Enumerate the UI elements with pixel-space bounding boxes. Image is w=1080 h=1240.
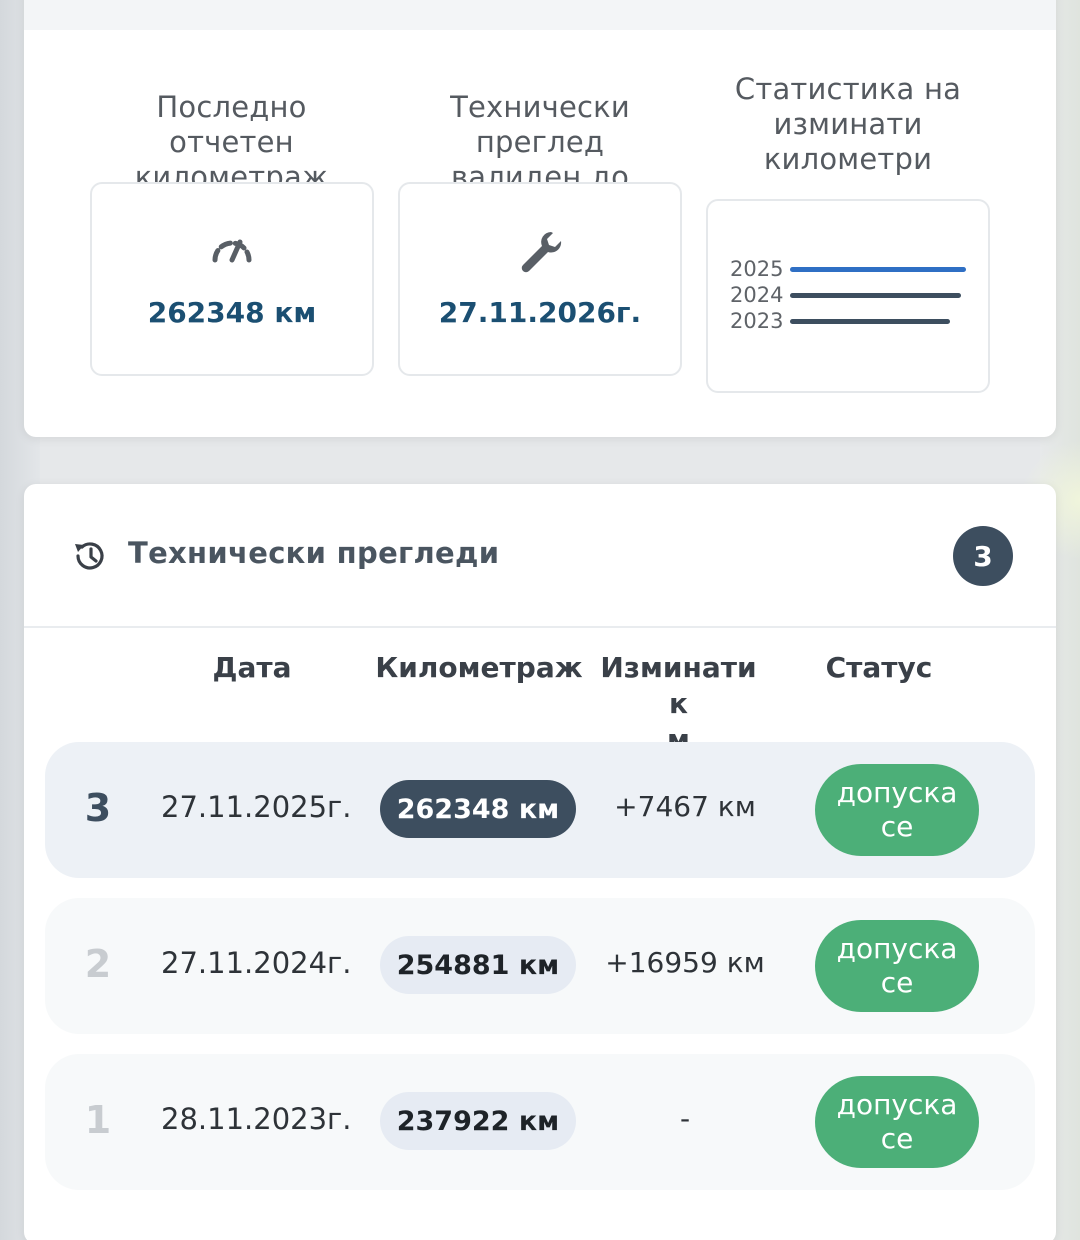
inspections-count-badge: 3 (953, 526, 1013, 586)
status-badge: допуска се (815, 764, 979, 856)
statistics-box[interactable]: 2025 2024 2023 (706, 199, 990, 393)
year-label: 2024 (730, 283, 784, 307)
status-text-line2: се (880, 1122, 914, 1155)
statistics-title-line1: Статистика на (734, 72, 962, 106)
row-number: 3 (84, 786, 112, 830)
statistics-title-line3: километри (763, 142, 933, 176)
year-row-2023: 2023 (730, 309, 950, 333)
column-header-status[interactable]: Статус (804, 650, 954, 686)
year-row-2024: 2024 (730, 283, 961, 307)
mileage-pill: 237922 км (380, 1092, 576, 1150)
table-row[interactable]: 2 27.11.2024г. 254881 км +16959 км допус… (45, 898, 1035, 1034)
year-bar (790, 318, 950, 324)
status-text-line2: се (880, 966, 914, 999)
row-number: 1 (84, 1098, 112, 1142)
vehicle-summary-card: Последно отчетен километраж 262348 км Те… (24, 0, 1056, 437)
row-date: 28.11.2023г. (161, 1102, 352, 1136)
mileage-value: 262348 км (147, 296, 317, 329)
year-row-2025: 2025 (730, 257, 966, 281)
column-header-mileage[interactable]: Километраж (374, 650, 584, 686)
year-label: 2023 (730, 309, 784, 333)
row-number: 2 (84, 942, 112, 986)
inspection-value: 27.11.2026г. (438, 296, 642, 329)
table-row[interactable]: 3 27.11.2025г. 262348 км +7467 км допуск… (45, 742, 1035, 878)
inspections-header: Технически прегледи 3 (24, 484, 1056, 628)
year-bar (790, 292, 961, 298)
status-text-line1: допуска (836, 932, 958, 965)
speedometer-icon (92, 232, 372, 270)
mileage-title-line1: Последно отчетен (156, 90, 307, 159)
row-diff: +7467 км (614, 790, 756, 823)
statistics-title: Статистика на изминати километри (706, 72, 990, 177)
table-row[interactable]: 1 28.11.2023г. 237922 км - допуска се (45, 1054, 1035, 1190)
row-date: 27.11.2024г. (161, 946, 352, 980)
status-badge: допуска се (815, 920, 979, 1012)
year-label: 2025 (730, 257, 784, 281)
row-date: 27.11.2025г. (161, 790, 352, 824)
inspection-title: Технически преглед валиден до (398, 90, 682, 195)
year-bar (790, 266, 966, 272)
mileage-box[interactable]: 262348 км (90, 182, 374, 376)
inspection-title-line1: Технически преглед (450, 90, 630, 159)
status-text-line1: допуска (836, 776, 958, 809)
history-icon (72, 538, 108, 578)
mileage-title: Последно отчетен километраж (90, 90, 373, 195)
mileage-pill: 254881 км (380, 936, 576, 994)
card-header-strip (24, 0, 1056, 30)
status-text-line1: допуска (836, 1088, 958, 1121)
column-header-date[interactable]: Дата (172, 650, 332, 686)
row-diff: - (679, 1102, 691, 1135)
inspections-title: Технически прегледи (128, 536, 500, 570)
status-text-line2: се (880, 810, 914, 843)
statistics-title-line2: изминати (773, 107, 923, 141)
status-badge: допуска се (815, 1076, 979, 1168)
row-diff: +16959 км (605, 946, 765, 979)
column-header-diff-line1: Изминати к (600, 651, 757, 720)
mileage-pill: 262348 км (380, 780, 576, 838)
wrench-icon (400, 228, 680, 278)
inspections-card: Технически прегледи 3 Дата Километраж Из… (24, 484, 1056, 1240)
inspection-box[interactable]: 27.11.2026г. (398, 182, 682, 376)
